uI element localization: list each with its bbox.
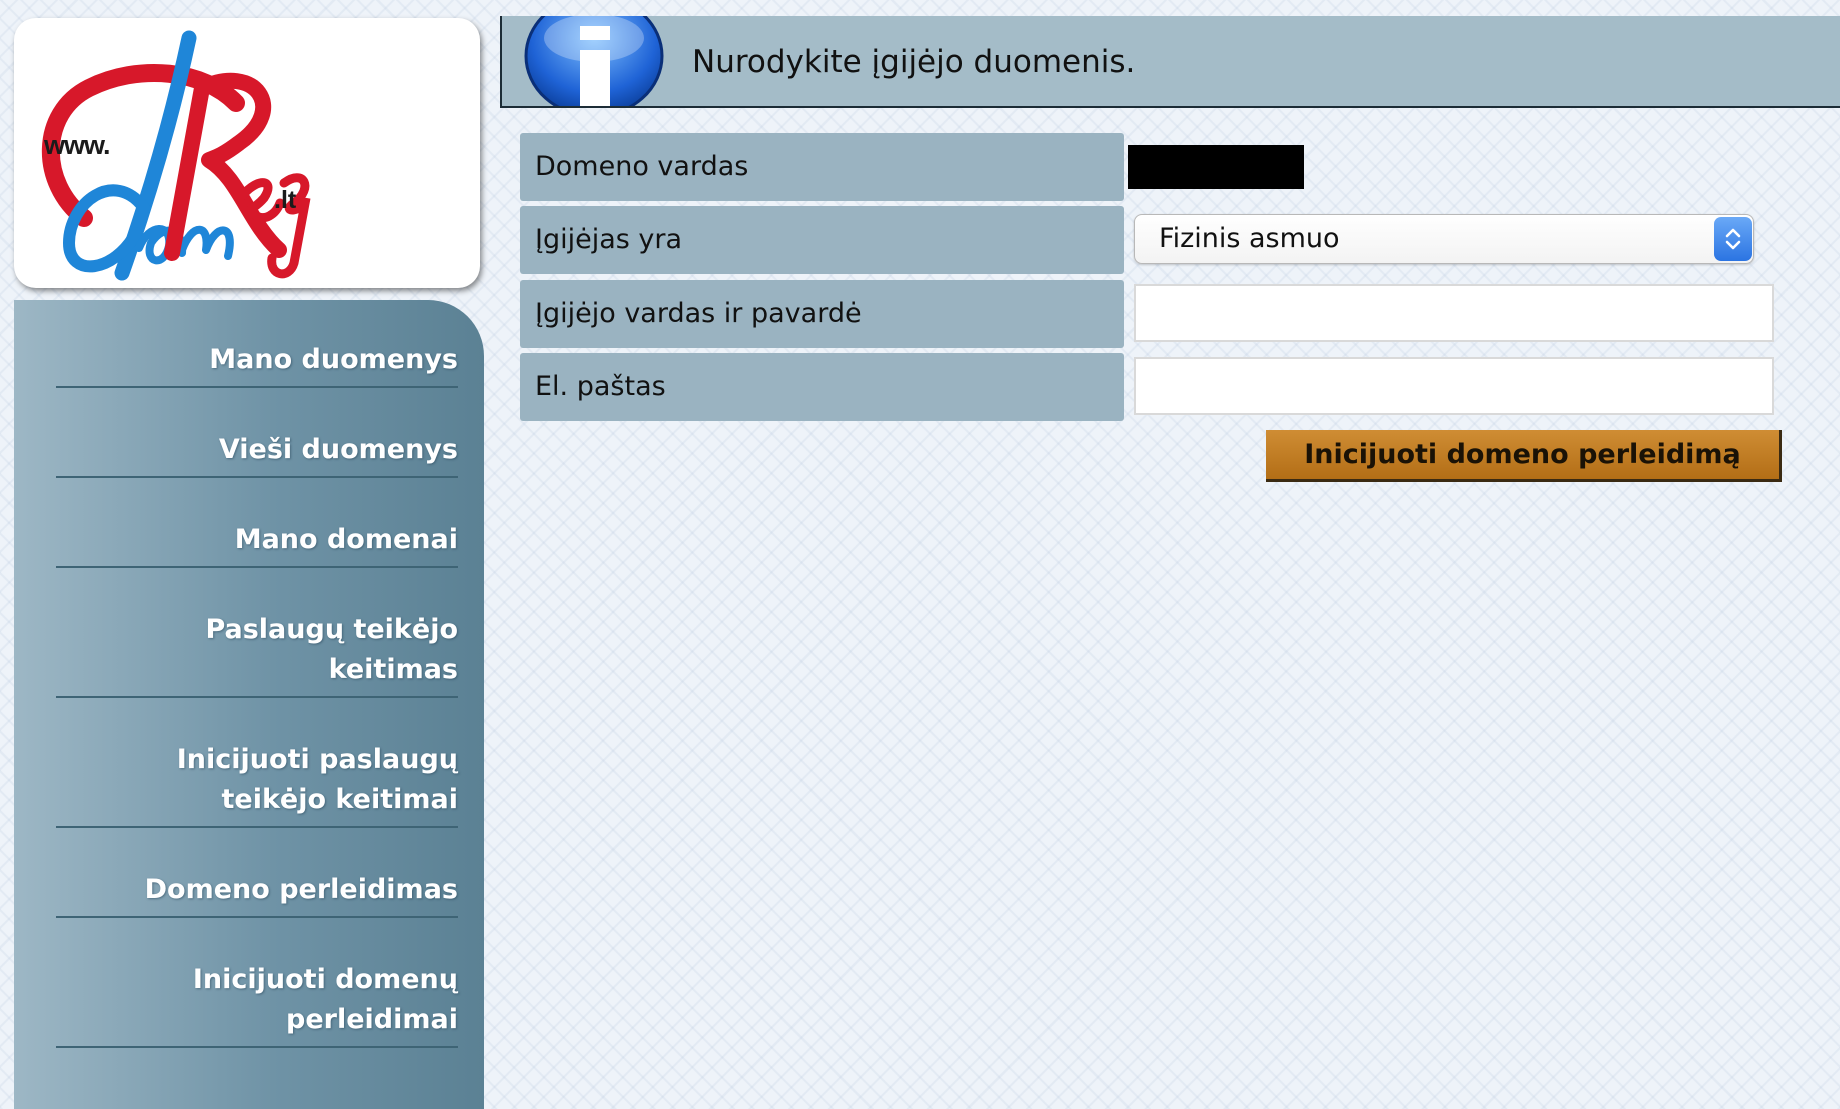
info-banner: Nurodykite įgijėjo duomenis. bbox=[500, 16, 1840, 108]
info-icon bbox=[524, 16, 664, 106]
email-input[interactable] bbox=[1134, 357, 1774, 415]
logo[interactable]: www. .lt bbox=[14, 18, 480, 288]
sidebar-item-paslaugu-teikejo-keitimas[interactable]: Paslaugų teikėjo keitimas bbox=[56, 610, 458, 698]
chevron-up-down-icon bbox=[1714, 217, 1752, 261]
acquirer-name-input[interactable] bbox=[1134, 284, 1774, 342]
acquirer-type-label: Įgijėjas yra bbox=[520, 206, 1124, 274]
sidebar-item-mano-duomenys[interactable]: Mano duomenys bbox=[56, 340, 458, 388]
sidebar-item-label: Inicijuoti domenų perleidimai bbox=[192, 964, 458, 1035]
domain-name-value-redacted bbox=[1128, 145, 1304, 189]
logo-tld-text: .lt bbox=[274, 186, 297, 214]
acquirer-type-selected-value: Fizinis asmuo bbox=[1159, 223, 1340, 254]
domain-name-label: Domeno vardas bbox=[520, 133, 1124, 201]
sidebar-item-viesi-duomenys[interactable]: Vieši duomenys bbox=[56, 430, 458, 478]
email-label: El. paštas bbox=[520, 353, 1124, 421]
initiate-transfer-button[interactable]: Inicijuoti domeno perleidimą bbox=[1266, 430, 1782, 482]
sidebar-item-label: Paslaugų teikėjo keitimas bbox=[205, 614, 458, 685]
sidebar-item-label: Vieši duomenys bbox=[218, 434, 458, 465]
sidebar-nav: Mano duomenys Vieši duomenys Mano domena… bbox=[14, 300, 484, 1109]
sidebar-item-domeno-perleidimas[interactable]: Domeno perleidimas bbox=[56, 870, 458, 918]
acquirer-name-label: Įgijėjo vardas ir pavardė bbox=[520, 280, 1124, 348]
acquirer-type-select[interactable]: Fizinis asmuo bbox=[1134, 214, 1754, 264]
sidebar-item-label: Domeno perleidimas bbox=[144, 874, 458, 905]
logo-www-text: www. bbox=[44, 130, 111, 160]
sidebar-item-label: Mano domenai bbox=[234, 524, 458, 555]
sidebar-item-inicijuoti-paslaugu-teikejo-keitimai[interactable]: Inicijuoti paslaugų teikėjo keitimai bbox=[56, 740, 458, 828]
info-message: Nurodykite įgijėjo duomenis. bbox=[692, 44, 1136, 80]
sidebar-item-label: Inicijuoti paslaugų teikėjo keitimai bbox=[176, 744, 458, 815]
sidebar-item-mano-domenai[interactable]: Mano domenai bbox=[56, 520, 458, 568]
sidebar-item-label: Mano duomenys bbox=[209, 344, 458, 375]
sidebar-item-inicijuoti-domenu-perleidimai[interactable]: Inicijuoti domenų perleidimai bbox=[56, 960, 458, 1048]
